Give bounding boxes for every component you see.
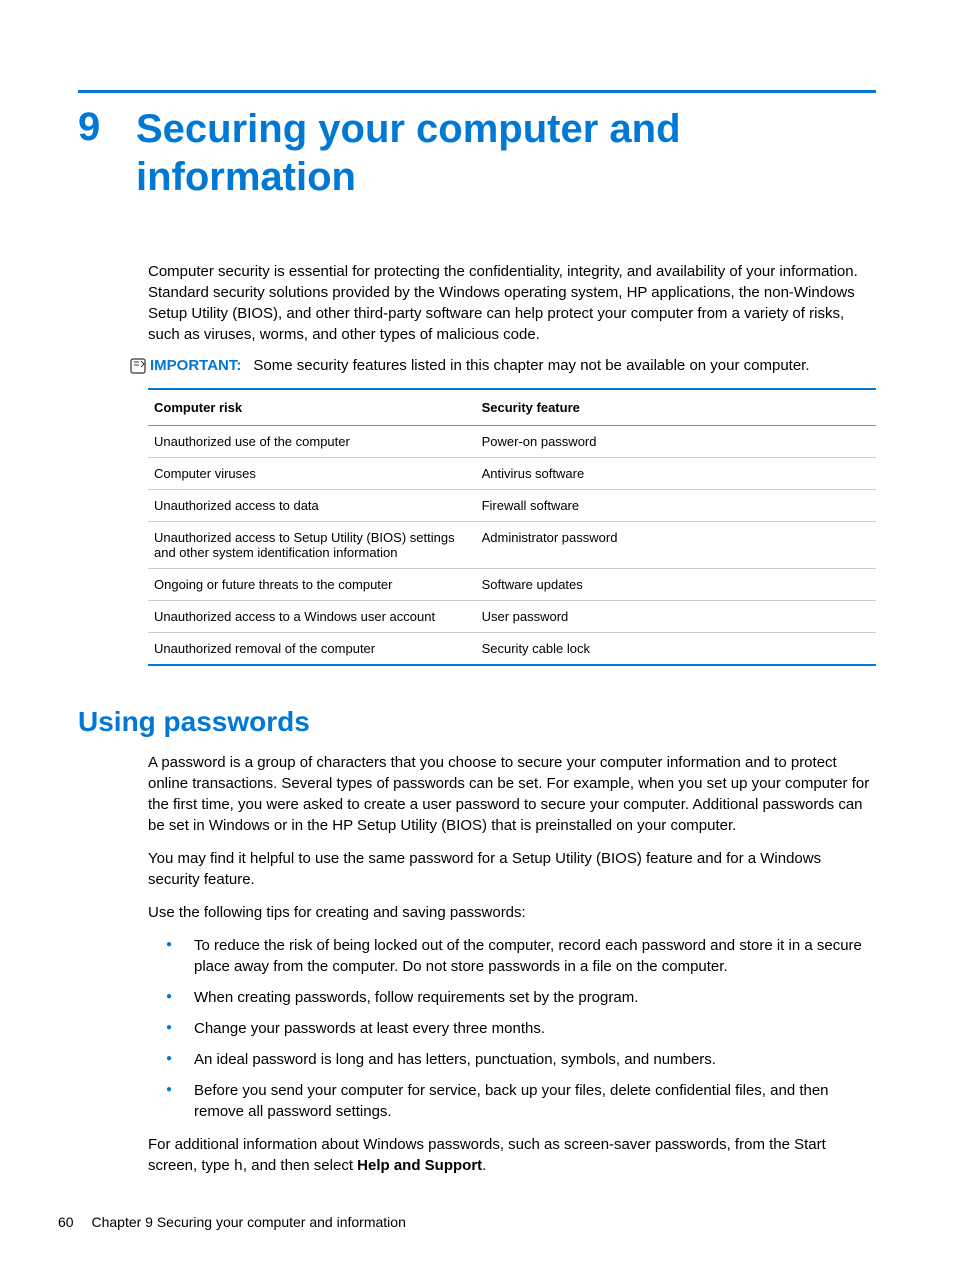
table-row: Unauthorized use of the computerPower-on… — [148, 426, 876, 458]
table-row: Unauthorized access to Setup Utility (BI… — [148, 522, 876, 569]
table-row: Unauthorized removal of the computerSecu… — [148, 633, 876, 666]
chapter-header: 9 Securing your computer and information — [78, 105, 876, 201]
table-row: Unauthorized access to dataFirewall soft… — [148, 490, 876, 522]
important-text: Some security features listed in this ch… — [253, 357, 809, 374]
password-tips-list: To reduce the risk of being locked out o… — [166, 935, 876, 1122]
table-header-risk: Computer risk — [148, 389, 476, 426]
list-item: Before you send your computer for servic… — [166, 1080, 876, 1122]
chapter-number: 9 — [78, 105, 136, 150]
important-label: IMPORTANT: — [150, 357, 241, 374]
table-row: Ongoing or future threats to the compute… — [148, 569, 876, 601]
table-header-feature: Security feature — [476, 389, 876, 426]
intro-paragraph: Computer security is essential for prote… — [148, 261, 876, 345]
footer-text: Chapter 9 Securing your computer and inf… — [91, 1214, 405, 1230]
passwords-p1: A password is a group of characters that… — [148, 752, 876, 836]
passwords-p4: For additional information about Windows… — [148, 1134, 876, 1177]
chapter-title: Securing your computer and information — [136, 105, 876, 201]
page-footer: 60 Chapter 9 Securing your computer and … — [58, 1214, 406, 1230]
section-heading-passwords: Using passwords — [78, 706, 876, 738]
list-item: When creating passwords, follow requirem… — [166, 987, 876, 1008]
important-note: IMPORTANT: Some security features listed… — [130, 357, 876, 374]
list-item: An ideal password is long and has letter… — [166, 1049, 876, 1070]
passwords-p3: Use the following tips for creating and … — [148, 902, 876, 923]
risk-feature-table: Computer risk Security feature Unauthori… — [148, 388, 876, 666]
keyboard-key: h — [234, 1158, 243, 1175]
note-icon — [130, 358, 146, 374]
passwords-p2: You may find it helpful to use the same … — [148, 848, 876, 890]
top-rule — [78, 90, 876, 93]
list-item: Change your passwords at least every thr… — [166, 1018, 876, 1039]
table-row: Computer virusesAntivirus software — [148, 458, 876, 490]
help-and-support-label: Help and Support — [357, 1157, 482, 1174]
table-row: Unauthorized access to a Windows user ac… — [148, 601, 876, 633]
page-number: 60 — [58, 1214, 74, 1230]
list-item: To reduce the risk of being locked out o… — [166, 935, 876, 977]
